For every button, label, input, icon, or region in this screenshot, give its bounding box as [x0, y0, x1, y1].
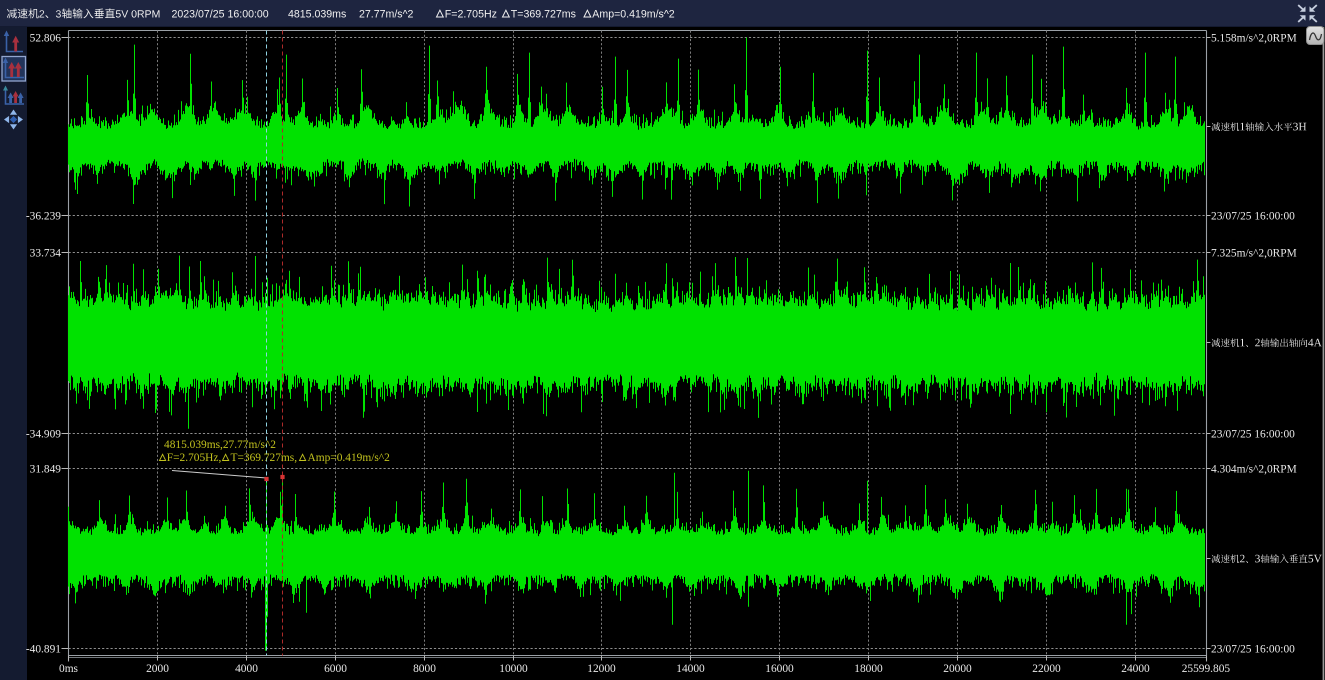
svg-text:10000: 10000: [499, 663, 528, 675]
svg-text:31.849: 31.849: [30, 464, 62, 476]
svg-text:20000: 20000: [943, 663, 972, 675]
svg-text:Amp=0.419m/s^2: Amp=0.419m/s^2: [308, 452, 391, 464]
svg-text:4.304m/s^2,0RPM: 4.304m/s^2,0RPM: [1211, 464, 1297, 476]
svg-text:0ms: 0ms: [59, 663, 79, 675]
svg-text:-40.891: -40.891: [26, 644, 61, 656]
svg-text:-36.239: -36.239: [26, 211, 61, 223]
svg-text:T=369.727ms: T=369.727ms: [511, 9, 576, 21]
svg-text:4815.039ms: 4815.039ms: [288, 9, 346, 21]
svg-text:16000: 16000: [765, 663, 794, 675]
svg-text:23/07/25 16:00:00: 23/07/25 16:00:00: [1211, 211, 1295, 223]
svg-text:4000: 4000: [235, 663, 258, 675]
svg-text:12000: 12000: [587, 663, 616, 675]
svg-text:24000: 24000: [1121, 663, 1150, 675]
svg-text:22000: 22000: [1032, 663, 1061, 675]
svg-text:5.158m/s^2,0RPM: 5.158m/s^2,0RPM: [1211, 33, 1297, 45]
svg-text:8000: 8000: [413, 663, 436, 675]
svg-text:2000: 2000: [146, 663, 169, 675]
svg-text:F=2.705Hz: F=2.705Hz: [445, 9, 497, 21]
svg-text:6000: 6000: [324, 663, 347, 675]
svg-text:33.734: 33.734: [30, 248, 62, 260]
svg-text:27.77m/s^2: 27.77m/s^2: [359, 9, 414, 21]
svg-text:2023/07/25 16:00:00: 2023/07/25 16:00:00: [172, 9, 269, 21]
svg-text:18000: 18000: [854, 663, 883, 675]
svg-text:Amp=0.419m/s^2: Amp=0.419m/s^2: [592, 9, 675, 21]
svg-text:23/07/25 16:00:00: 23/07/25 16:00:00: [1211, 429, 1295, 441]
svg-text:14000: 14000: [676, 663, 705, 675]
svg-text:25599.805: 25599.805: [1182, 663, 1231, 675]
svg-text:23/07/25 16:00:00: 23/07/25 16:00:00: [1211, 644, 1295, 656]
svg-text:52.806: 52.806: [30, 33, 62, 45]
svg-text:F=2.705Hz,: F=2.705Hz,: [167, 452, 222, 464]
svg-text:4815.039ms,27.77m/s^2: 4815.039ms,27.77m/s^2: [164, 439, 276, 451]
svg-text:T=369.727ms,: T=369.727ms,: [231, 452, 298, 464]
svg-text:-34.909: -34.909: [26, 429, 61, 441]
svg-text:7.325m/s^2,0RPM: 7.325m/s^2,0RPM: [1211, 248, 1297, 260]
